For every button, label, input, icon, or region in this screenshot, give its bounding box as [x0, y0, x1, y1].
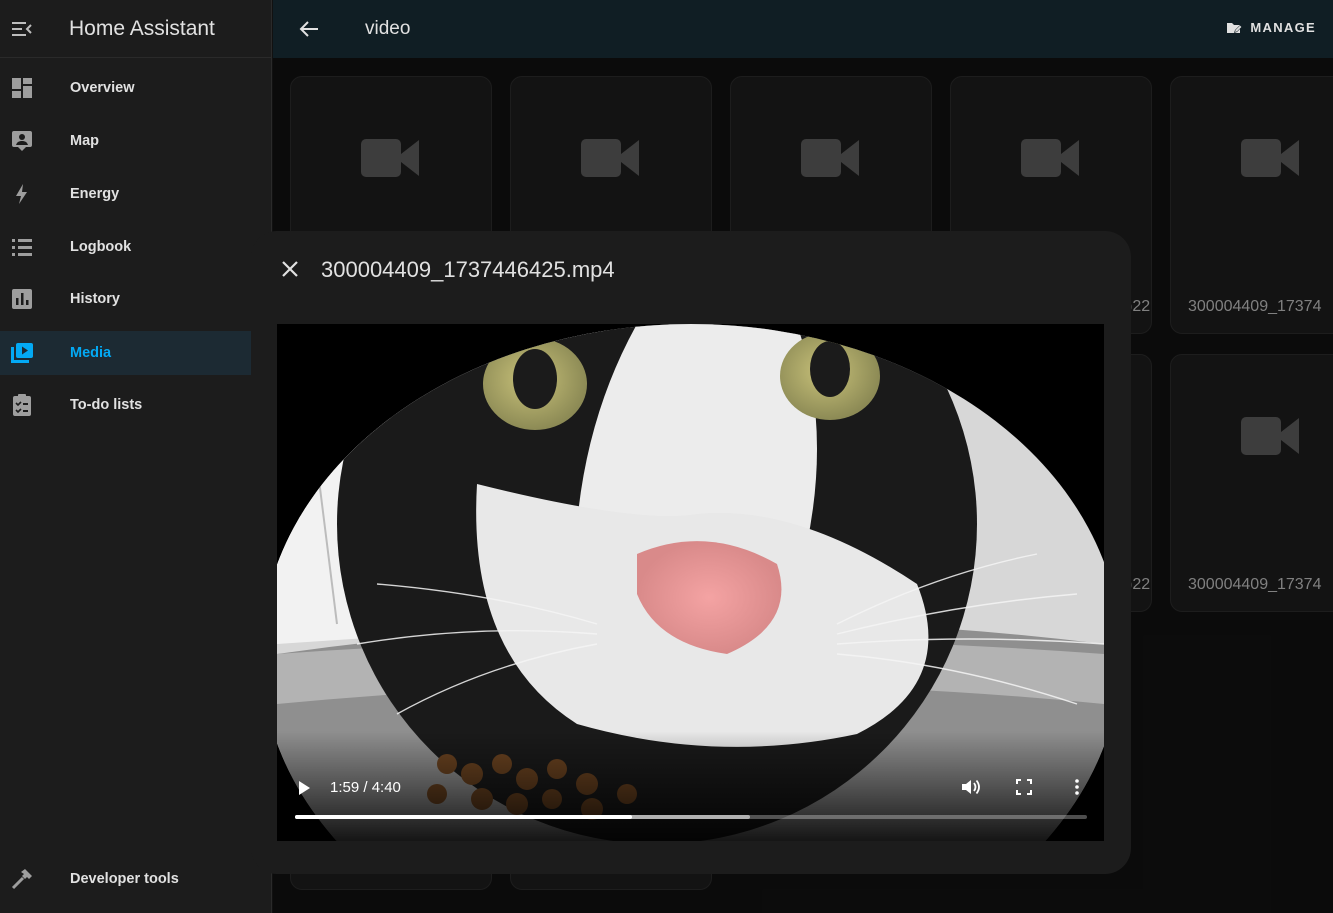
dialog-title: 300004409_1737446425.mp4	[321, 257, 615, 282]
sidebar-item-label: Media	[70, 345, 112, 361]
sidebar-item-label: History	[70, 291, 120, 307]
sidebar-header: Home Assistant	[0, 0, 271, 58]
volume-icon	[962, 779, 980, 795]
sidebar-item-overview[interactable]: Overview	[0, 66, 272, 110]
more-options-button[interactable]	[1074, 779, 1080, 800]
sidebar-item-logbook[interactable]: Logbook	[0, 225, 272, 269]
media-player-dialog: 300004409_1737446425.mp4 1:59 / 4:40	[251, 231, 1131, 874]
play-icon	[299, 781, 310, 795]
sidebar-item-history[interactable]: History	[0, 277, 272, 321]
played-progress	[295, 815, 632, 819]
logbook-icon	[0, 237, 44, 257]
sidebar-item-todo-lists[interactable]: To-do lists	[0, 383, 272, 427]
menu-toggle-button[interactable]	[0, 0, 44, 58]
energy-icon	[0, 183, 44, 205]
back-button[interactable]	[299, 20, 329, 38]
sidebar-item-media[interactable]: Media	[0, 331, 272, 375]
sidebar-item-label: Logbook	[70, 239, 132, 255]
close-icon	[282, 261, 298, 277]
overview-icon	[0, 77, 44, 99]
manage-button[interactable]: MANAGE	[1226, 20, 1316, 35]
folder-edit-icon	[1227, 22, 1243, 33]
seek-bar[interactable]	[295, 815, 1087, 819]
time-display: 1:59 / 4:40	[330, 779, 401, 796]
todo-icon	[0, 393, 44, 417]
sidebar-item-label: Developer tools	[70, 871, 179, 887]
media-icon	[0, 342, 44, 364]
fullscreen-icon	[1016, 779, 1032, 795]
video-player[interactable]: 1:59 / 4:40	[277, 324, 1104, 841]
sidebar-item-map[interactable]: Map	[0, 119, 272, 163]
app-title: Home Assistant	[69, 16, 215, 40]
manage-label: MANAGE	[1250, 20, 1316, 35]
page-title: video	[365, 18, 411, 39]
sidebar-item-label: Energy	[70, 186, 120, 202]
arrow-left-icon	[299, 21, 318, 37]
mute-button[interactable]	[961, 778, 981, 801]
fullscreen-button[interactable]	[1016, 779, 1032, 800]
sidebar-item-developer-tools[interactable]: Developer tools	[0, 857, 272, 901]
sidebar: Home Assistant Overview Map Energy Logbo…	[0, 0, 272, 913]
hammer-icon	[0, 868, 44, 890]
sidebar-item-label: Map	[70, 133, 99, 149]
sidebar-item-label: To-do lists	[70, 397, 143, 413]
menu-icon	[12, 21, 32, 36]
sidebar-item-energy[interactable]: Energy	[0, 172, 272, 216]
top-app-bar: video MANAGE	[273, 0, 1333, 58]
play-button[interactable]	[297, 780, 311, 801]
close-button[interactable]	[279, 258, 301, 280]
sidebar-item-label: Overview	[70, 80, 135, 96]
more-vertical-icon	[1075, 779, 1079, 795]
history-icon	[0, 288, 44, 310]
map-icon	[0, 130, 44, 152]
